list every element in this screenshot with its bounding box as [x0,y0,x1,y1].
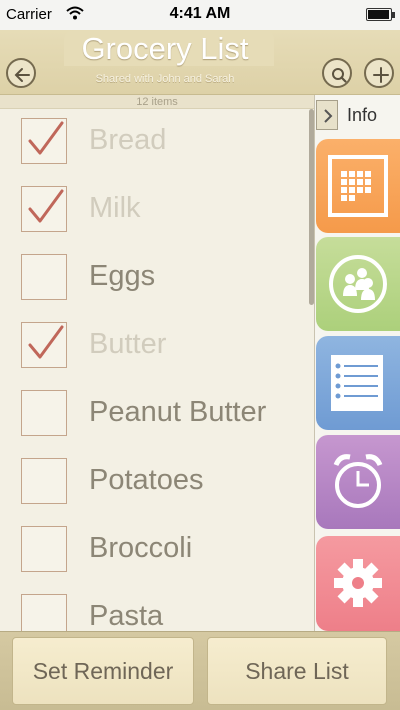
item-checkbox[interactable] [21,322,67,368]
alarm-clock-icon [333,454,383,508]
item-checkbox[interactable] [21,254,67,300]
set-reminder-button[interactable]: Set Reminder [12,637,194,705]
checkmark-icon [28,121,64,155]
list-tile[interactable] [316,336,400,430]
item-label: Peanut Butter [89,396,267,428]
arrow-left-icon [14,68,30,82]
list-icon [331,355,383,411]
item-checkbox[interactable] [21,526,67,572]
calendar-icon [328,155,388,217]
settings-tile[interactable] [316,536,400,631]
add-item-button[interactable] [364,58,394,88]
item-checkbox[interactable] [21,458,67,504]
calendar-tile[interactable] [316,139,400,233]
info-tab[interactable]: Info [314,96,400,134]
list-item[interactable]: Broccoli [0,517,314,583]
grocery-list: Bread Milk Eggs Butter Peanut Butter Potatoes… [0,109,314,631]
item-label: Pasta [89,600,164,631]
collapse-panel-button[interactable] [316,100,338,130]
item-label: Eggs [89,260,156,292]
battery-level [368,10,389,19]
list-item[interactable]: Bread [0,109,314,175]
list-item[interactable]: Butter [0,313,314,379]
item-label: Milk [89,192,141,224]
item-label: Bread [89,124,167,156]
alarm-tile[interactable] [316,435,400,529]
status-bar: Carrier 4:41 AM [0,0,400,30]
checkmark-icon [28,325,64,359]
page-subtitle: Shared with John and Sarah [95,73,235,85]
list-item[interactable]: Potatoes [0,449,314,515]
item-checkbox[interactable] [21,118,67,164]
share-list-button[interactable]: Share List [207,637,387,705]
item-checkbox[interactable] [21,594,67,631]
search-icon [332,68,347,83]
search-button[interactable] [322,58,352,88]
chevron-right-icon [324,109,333,123]
clock-time: 4:41 AM [169,5,231,22]
item-count: 12 items [0,95,314,109]
item-checkbox[interactable] [21,390,67,436]
list-item[interactable]: Peanut Butter [0,381,314,447]
item-checkbox[interactable] [21,186,67,232]
page-title: Grocery List [81,31,249,66]
list-item[interactable]: Milk [0,177,314,243]
checkmark-icon [28,189,64,223]
people-tile[interactable] [316,237,400,331]
info-label: Info [347,105,378,125]
people-icon [329,255,387,313]
bottom-toolbar: Set Reminder Share List [0,631,400,710]
plus-icon [373,67,389,83]
battery-icon [366,8,395,21]
gear-icon [334,559,382,607]
list-item[interactable]: Eggs [0,245,314,311]
item-label: Potatoes [89,464,204,496]
back-button[interactable] [6,58,36,88]
list-item[interactable]: Pasta [0,585,314,631]
item-label: Broccoli [89,532,193,564]
item-label: Butter [89,328,167,360]
